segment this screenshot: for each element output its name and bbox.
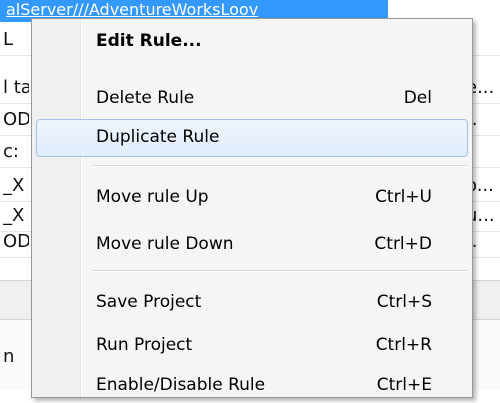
menu-item-label: Edit Rule...	[96, 31, 202, 51]
menu-item-shortcut: Ctrl+S	[376, 292, 432, 312]
context-menu: Edit Rule... Delete Rule Del Duplicate R…	[31, 18, 473, 398]
menu-item-label: Duplicate Rule	[96, 127, 220, 147]
menu-item-shortcut: Ctrl+R	[375, 335, 432, 355]
menu-item-run-project[interactable]: Run Project Ctrl+R	[36, 327, 468, 363]
menu-item-label: Delete Rule	[96, 88, 195, 108]
menu-item-save-project[interactable]: Save Project Ctrl+S	[36, 284, 468, 320]
list-cell-left: OD	[3, 109, 29, 130]
menu-item-label: Move rule Up	[96, 187, 209, 207]
menu-item-shortcut: Del	[403, 88, 432, 108]
list-cell-left: L	[3, 29, 14, 50]
list-cell-left: OD	[3, 231, 29, 252]
menu-item-label: Move rule Down	[96, 234, 234, 254]
lower-panel-label: n	[3, 346, 15, 367]
list-cell-left: _X	[3, 175, 25, 196]
menu-separator	[92, 270, 468, 271]
menu-item-move-rule-down[interactable]: Move rule Down Ctrl+D	[36, 226, 468, 262]
menu-item-delete-rule[interactable]: Delete Rule Del	[36, 80, 468, 116]
menu-item-label: Save Project	[96, 292, 202, 312]
menu-item-label: Enable/Disable Rule	[96, 375, 266, 395]
menu-item-duplicate-rule[interactable]: Duplicate Rule	[36, 119, 468, 157]
menu-item-shortcut: Ctrl+D	[374, 234, 432, 254]
menu-item-edit-rule[interactable]: Edit Rule...	[36, 23, 468, 59]
menu-item-move-rule-up[interactable]: Move rule Up Ctrl+U	[36, 179, 468, 215]
menu-item-shortcut: Ctrl+E	[376, 375, 432, 395]
menu-item-shortcut: Ctrl+U	[375, 187, 432, 207]
list-cell-left: l ta	[3, 77, 29, 98]
menu-item-enable-disable-rule[interactable]: Enable/Disable Rule Ctrl+E	[36, 367, 468, 403]
menu-separator	[92, 165, 468, 166]
menu-item-label: Run Project	[96, 335, 193, 355]
list-cell-left: c:	[3, 141, 19, 162]
